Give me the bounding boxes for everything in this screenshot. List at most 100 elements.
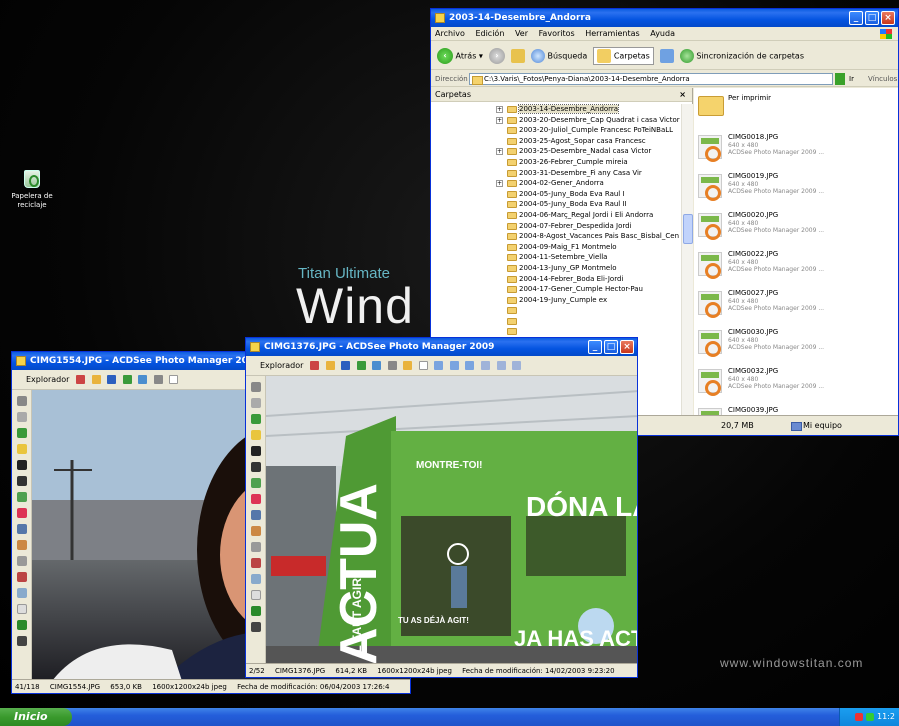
tool-icon[interactable]	[138, 375, 148, 384]
tool-icon[interactable]	[251, 494, 261, 504]
tool-icon[interactable]	[372, 361, 382, 370]
tool-icon[interactable]	[251, 478, 261, 488]
tool-icon[interactable]	[17, 396, 27, 406]
tool-icon[interactable]	[17, 444, 27, 454]
maximize-button[interactable]: □	[865, 11, 879, 25]
tool-icon[interactable]	[251, 382, 261, 392]
tool-icon[interactable]	[17, 540, 27, 550]
menu-edicion[interactable]: Edición	[475, 29, 504, 38]
folder-tree-item[interactable]: 2004-09-Maig_F1 Montmelo	[431, 242, 681, 253]
explorer-mode-button[interactable]: Explorador	[26, 375, 69, 384]
folder-tree-item[interactable]: 2004-19-Juny_Cumple ex	[431, 295, 681, 306]
photo-view[interactable]: MONTRE-TOI! DÓNA LA ACTUA IL FAUT AGIR T…	[266, 376, 637, 663]
folders-button[interactable]: Carpetas	[593, 46, 654, 65]
tool-icon[interactable]	[418, 361, 428, 370]
tool-icon[interactable]	[356, 361, 366, 370]
save-icon[interactable]	[107, 375, 117, 384]
expand-icon[interactable]: +	[496, 106, 503, 113]
file-item[interactable]: CIMG0030.JPG 640 x 480 ACDSee Photo Manage…	[698, 326, 898, 360]
tool-icon[interactable]	[251, 606, 261, 616]
explorer-mode-button[interactable]: Explorador	[260, 361, 303, 370]
tool-icon[interactable]	[122, 375, 132, 384]
menu-ayuda[interactable]: Ayuda	[650, 29, 675, 38]
back-button[interactable]: ‹ Atrás ▾	[437, 47, 483, 64]
tool-icon[interactable]	[251, 574, 261, 584]
tool-icon[interactable]	[17, 428, 27, 438]
file-item[interactable]: CIMG0018.JPG 640 x 480 ACDSee Photo Manage…	[698, 131, 898, 165]
folder-tree-item[interactable]: 2003-26-Febrer_Cumple mireia	[431, 157, 681, 168]
folder-tree-item[interactable]: 2004-11-Setembre_Viella	[431, 252, 681, 263]
tray-icon[interactable]	[866, 712, 875, 721]
folder-tree-item[interactable]: 2004-8-Agost_Vacances Pais Basc_Bisbal_C…	[431, 231, 681, 242]
explorer-titlebar[interactable]: 2003-14-Desembre_Andorra _ □ ×	[431, 9, 898, 27]
tool-icon[interactable]	[17, 604, 27, 614]
folder-tree-item[interactable]: +2003-20-Desembre_Cap Quadrat i casa Vic…	[431, 115, 681, 126]
scroll-thumb[interactable]	[683, 214, 693, 244]
search-button[interactable]: Búsqueda	[530, 48, 587, 63]
zoom-icon[interactable]	[481, 361, 490, 370]
clock[interactable]: 11:2	[877, 712, 895, 721]
menu-favoritos[interactable]: Favoritos	[539, 29, 575, 38]
forward-button[interactable]: ›	[488, 47, 505, 64]
recycle-bin-shortcut[interactable]: Papelera de reciclaje	[8, 170, 56, 210]
tool-icon[interactable]	[17, 556, 27, 566]
folder-tree-item[interactable]: 2003-31-Desembre_Fi any Casa Vir	[431, 168, 681, 179]
address-input[interactable]: C:\3.Varis\_Fotos\Penya-Diana\2003-14-De…	[469, 73, 833, 85]
sync-button[interactable]: Sincronización de carpetas	[679, 48, 804, 63]
tool-icon[interactable]	[17, 508, 27, 518]
tool-icon[interactable]	[387, 361, 397, 370]
tool-icon[interactable]	[169, 375, 179, 384]
tray-icon[interactable]	[855, 712, 864, 721]
tool-icon[interactable]	[251, 414, 261, 424]
tool-icon[interactable]	[17, 620, 27, 630]
tool-icon[interactable]	[251, 446, 261, 456]
folder-tree-item[interactable]: +2003-14-Desembre_Andorra	[431, 104, 681, 115]
minimize-button[interactable]: _	[849, 11, 863, 25]
tool-icon[interactable]	[17, 476, 27, 486]
tool-icon[interactable]	[75, 375, 85, 384]
tool-icon[interactable]	[251, 398, 261, 408]
tool-icon[interactable]	[434, 361, 444, 370]
tool-icon[interactable]	[251, 526, 261, 536]
close-pane-icon[interactable]: ×	[679, 88, 686, 102]
up-folder-icon[interactable]	[510, 48, 525, 63]
file-item[interactable]: CIMG0022.JPG 640 x 480 ACDSee Photo Manage…	[698, 248, 898, 282]
folder-tree-item[interactable]: 2004-06-Març_Regal Jordi i Eli Andorra	[431, 210, 681, 221]
tool-icon[interactable]	[17, 524, 27, 534]
tool-icon[interactable]	[251, 430, 261, 440]
zoom-icon[interactable]	[512, 361, 522, 370]
file-item[interactable]: CIMG0032.JPG 640 x 480 ACDSee Photo Manage…	[698, 365, 898, 399]
tool-icon[interactable]	[251, 622, 261, 632]
file-item[interactable]: CIMG0019.JPG 640 x 480 ACDSee Photo Manage…	[698, 170, 898, 204]
tool-icon[interactable]	[17, 588, 27, 598]
go-arrow-icon[interactable]	[835, 73, 845, 85]
folder-tree-item[interactable]: 2004-13-Juny_GP Montmelo	[431, 263, 681, 274]
links-button[interactable]: Vínculos	[868, 71, 897, 87]
folder-tree-item[interactable]: 2003-25-Agost_Sopar casa Francesc	[431, 136, 681, 147]
tool-icon[interactable]	[251, 462, 261, 472]
maximize-button[interactable]: □	[604, 340, 618, 354]
folder-tree-item[interactable]: 2004-05-Juny_Boda Eva Raul I	[431, 189, 681, 200]
tool-icon[interactable]	[17, 492, 27, 502]
zoom-icon[interactable]	[496, 361, 506, 370]
folder-tree-item[interactable]: +2004-02-Gener_Andorra	[431, 178, 681, 189]
folder-tree-scrollbar[interactable]	[681, 104, 693, 416]
close-button[interactable]: ×	[620, 340, 634, 354]
tool-icon[interactable]	[251, 510, 261, 520]
expand-icon[interactable]: +	[496, 116, 503, 124]
save-icon[interactable]	[341, 361, 351, 370]
expand-icon[interactable]: +	[496, 148, 503, 156]
tool-icon[interactable]	[17, 572, 27, 582]
menu-ver[interactable]: Ver	[515, 29, 528, 38]
minimize-button[interactable]: _	[588, 340, 602, 354]
tool-icon[interactable]	[403, 361, 413, 370]
folder-tree-item[interactable]: 2003-20-Juliol_Cumple Francesc PoTeiNBaL…	[431, 125, 681, 136]
views-icon[interactable]	[659, 48, 674, 63]
folder-tree-item[interactable]	[431, 326, 681, 337]
folder-tree-item[interactable]: 2004-17-Gener_Cumple Hector-Pau	[431, 284, 681, 295]
tool-icon[interactable]	[17, 412, 27, 422]
go-button[interactable]: Ir	[849, 71, 854, 87]
tool-icon[interactable]	[91, 375, 101, 384]
tool-icon[interactable]	[17, 636, 27, 646]
tool-icon[interactable]	[251, 542, 261, 552]
